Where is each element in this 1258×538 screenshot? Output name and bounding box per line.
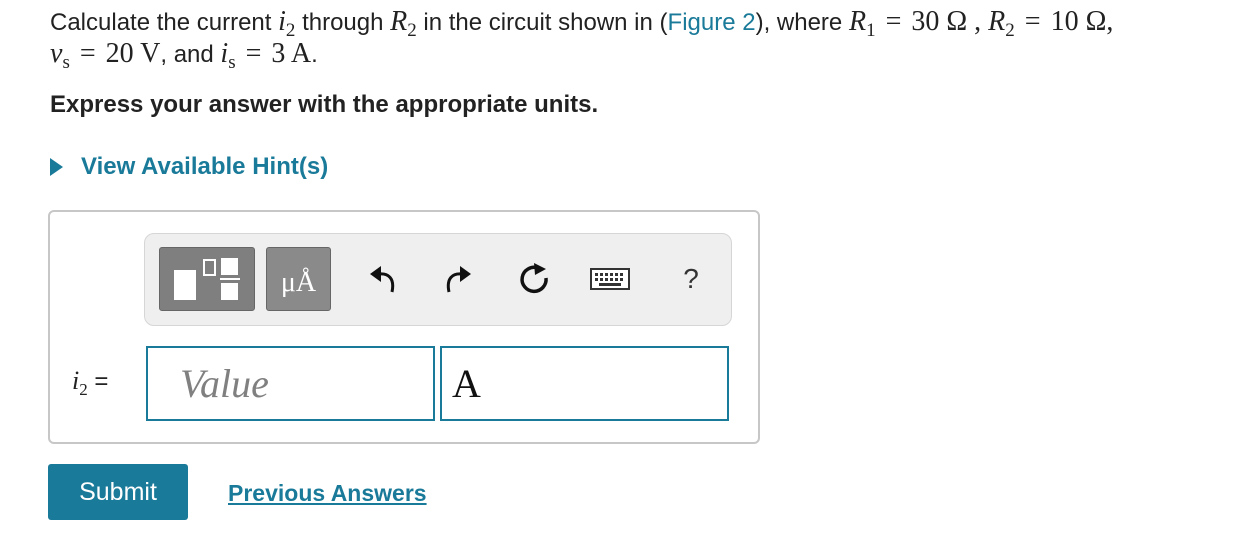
value-input[interactable] xyxy=(146,346,435,421)
r2-symbol: R2 xyxy=(390,6,417,42)
i2-symbol: i2 xyxy=(278,6,296,42)
fraction-template-icon xyxy=(174,258,240,300)
submit-button[interactable]: Submit xyxy=(48,464,188,520)
question-line-1: Calculate the current i2 through R2 in t… xyxy=(50,6,1114,42)
math-toolbar: μÅ ? xyxy=(144,233,732,326)
answer-label: i2 = xyxy=(72,366,109,399)
r1-equation: R1 = 30 Ω , xyxy=(848,6,982,42)
r2-equation: R2 = 10 Ω, xyxy=(988,6,1114,42)
units-button[interactable]: μÅ xyxy=(266,247,331,311)
question-text: , and xyxy=(160,41,221,68)
question-text: Calculate the current xyxy=(50,9,279,36)
help-button[interactable]: ? xyxy=(669,256,713,302)
templates-button[interactable] xyxy=(159,247,255,311)
view-hints-toggle[interactable]: View Available Hint(s) xyxy=(50,152,328,182)
answer-instruction: Express your answer with the appropriate… xyxy=(50,91,599,118)
unit-input[interactable] xyxy=(440,346,729,421)
view-hints-label: View Available Hint(s) xyxy=(81,153,329,180)
question-text: . xyxy=(311,41,318,68)
expand-triangle-icon xyxy=(50,158,63,176)
is-equation: is = 3 A xyxy=(220,38,312,74)
question-line-2: vs = 20 V, and is = 3 A. xyxy=(50,38,318,74)
reset-icon[interactable] xyxy=(512,256,556,302)
question-text: through xyxy=(295,9,391,36)
previous-answers-link[interactable]: Previous Answers xyxy=(228,478,427,508)
redo-icon[interactable] xyxy=(435,256,479,302)
undo-icon[interactable] xyxy=(362,256,406,302)
question-text: ), where xyxy=(755,9,849,36)
figure-link[interactable]: Figure 2 xyxy=(668,9,756,36)
vs-equation: vs = 20 V xyxy=(50,38,161,74)
answer-box: μÅ ? i2 = xyxy=(48,210,760,444)
question-text: in the circuit shown in ( xyxy=(416,9,668,36)
keyboard-icon[interactable] xyxy=(585,256,635,302)
